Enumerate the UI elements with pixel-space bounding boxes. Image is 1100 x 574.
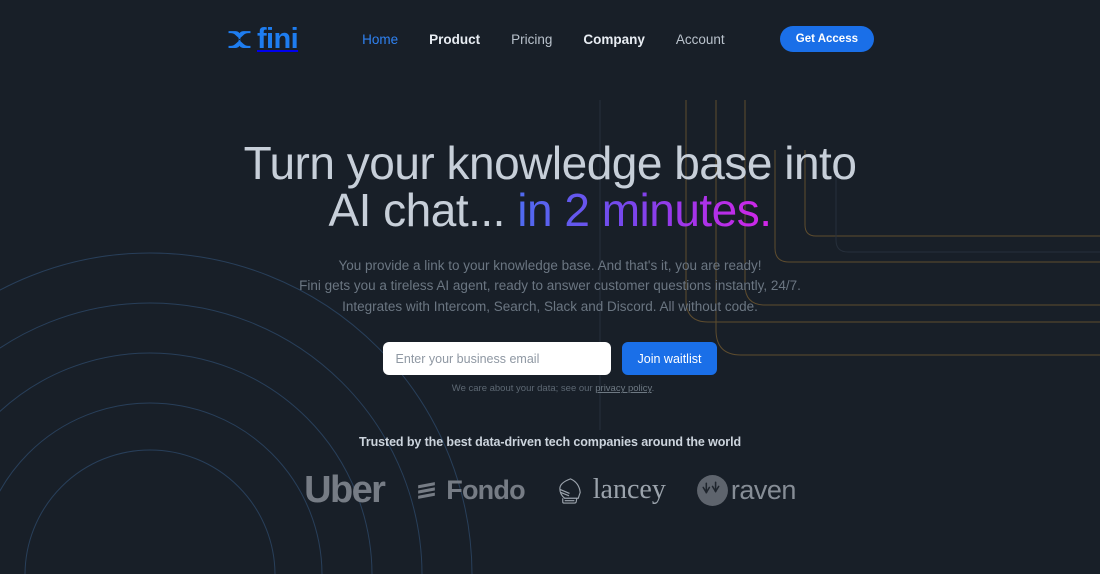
nav-links: Home Product Pricing Company Account: [362, 32, 725, 47]
nav-item-company[interactable]: Company: [583, 32, 645, 47]
privacy-notice: We care about your data; see our privacy…: [0, 383, 1100, 394]
privacy-notice-prefix: We care about your data; see our: [451, 383, 596, 395]
headline-line-2: AI chat... in 2 minutes.: [244, 187, 857, 234]
privacy-notice-suffix: .: [651, 383, 655, 395]
nav-item-product[interactable]: Product: [429, 32, 480, 47]
headline-line-1: Turn your knowledge base into: [243, 137, 857, 189]
hero-section: Turn your knowledge base into AI chat...…: [0, 0, 1100, 574]
logo-uber-wordmark: Uber: [304, 469, 386, 512]
top-navigation: fini Home Product Pricing Company Accoun…: [0, 0, 1100, 78]
raven-footprints-icon: [696, 474, 728, 506]
logo-uber: Uber: [304, 469, 386, 512]
fondo-bars-icon: [418, 481, 436, 499]
customer-logos: Uber Fondo lancey raven: [304, 471, 796, 509]
join-waitlist-button[interactable]: Join waitlist: [621, 342, 718, 376]
logo-lancey: lancey: [555, 475, 666, 506]
logo-raven-wordmark: raven: [730, 474, 797, 505]
brand-name: fini: [257, 22, 299, 55]
get-access-button[interactable]: Get Access: [779, 26, 874, 52]
waitlist-form: Join waitlist: [382, 342, 718, 376]
lancey-helmet-icon: [559, 478, 581, 504]
subtitle-line-3: Integrates with Intercom, Search, Slack …: [342, 298, 758, 314]
nav-item-home[interactable]: Home: [362, 32, 398, 47]
logo-raven: raven: [696, 474, 796, 507]
nav-item-pricing[interactable]: Pricing: [511, 32, 552, 47]
brand-logo[interactable]: fini: [226, 22, 299, 55]
logo-fondo: Fondo: [414, 474, 526, 505]
headline-gradient-text: in 2 minutes.: [517, 184, 772, 237]
subtitle-line-1: You provide a link to your knowledge bas…: [338, 257, 762, 273]
logo-fondo-wordmark: Fondo: [446, 474, 525, 505]
hero-subtitle: You provide a link to your knowledge bas…: [299, 256, 801, 318]
landing-page: fini Home Product Pricing Company Accoun…: [0, 0, 1100, 574]
headline-plain-text: AI chat...: [328, 184, 518, 237]
social-proof-heading: Trusted by the best data-driven tech com…: [359, 435, 741, 450]
email-input[interactable]: [382, 342, 611, 376]
privacy-policy-link[interactable]: privacy policy: [595, 383, 651, 394]
fini-x-mark-icon: [228, 30, 251, 48]
subtitle-line-2: Fini gets you a tireless AI agent, ready…: [299, 278, 801, 294]
logo-lancey-wordmark: lancey: [592, 474, 666, 506]
page-title: Turn your knowledge base into AI chat...…: [243, 137, 857, 235]
nav-item-account[interactable]: Account: [676, 32, 725, 47]
